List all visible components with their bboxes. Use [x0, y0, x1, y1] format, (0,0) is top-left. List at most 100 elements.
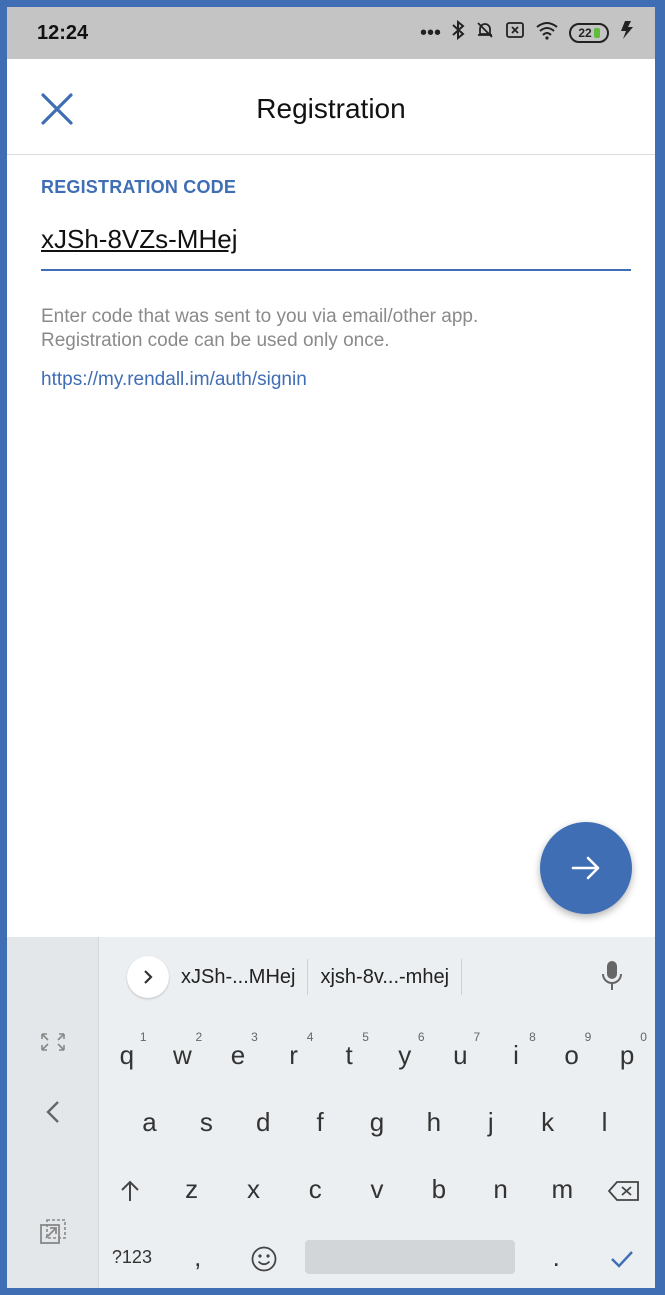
suggestion-strip: xJSh-...MHej xjsh-8v...-mhej: [99, 937, 655, 1017]
status-bar: 12:24 ••• 22: [7, 7, 655, 59]
key-digit: 0: [640, 1030, 647, 1044]
wifi-icon: [535, 20, 559, 46]
key-q[interactable]: q1: [99, 1025, 155, 1085]
symbols-key[interactable]: ?123: [99, 1227, 165, 1287]
suggestion-item[interactable]: xJSh-...MHej: [169, 959, 309, 995]
floating-window-icon: [40, 1219, 66, 1244]
key-digit: 3: [251, 1030, 258, 1044]
status-icons: ••• 22: [419, 19, 635, 46]
smiley-icon: [251, 1246, 277, 1272]
backspace-icon: [607, 1181, 640, 1202]
key-h[interactable]: h: [405, 1092, 462, 1152]
arrow-right-icon: [571, 856, 600, 880]
key-label: u: [453, 1040, 468, 1070]
keyboard-back-button[interactable]: [7, 1087, 99, 1137]
key-u[interactable]: u7: [433, 1025, 489, 1085]
resize-arrows-icon: [41, 1033, 65, 1051]
app-bar: Registration: [7, 59, 655, 155]
battery-icon: 22: [569, 23, 609, 43]
battery-level: 22: [578, 26, 592, 40]
soft-keyboard: xJSh-...MHej xjsh-8v...-mhej q1 w2 e3 r4…: [7, 937, 655, 1288]
key-label: t: [345, 1040, 353, 1070]
next-button[interactable]: [540, 822, 632, 914]
chevron-right-icon: [144, 970, 153, 984]
key-digit: 9: [584, 1030, 592, 1044]
registration-code-label: REGISTRATION CODE: [41, 177, 237, 197]
key-t[interactable]: t5: [321, 1025, 377, 1085]
key-d[interactable]: d: [235, 1092, 292, 1152]
emoji-key[interactable]: [231, 1227, 297, 1287]
key-label: e: [230, 1040, 246, 1070]
key-x[interactable]: x: [223, 1159, 285, 1219]
resize-keyboard-button[interactable]: [7, 1017, 99, 1067]
key-label: y: [398, 1040, 412, 1070]
key-label: o: [564, 1040, 579, 1070]
key-e[interactable]: e3: [210, 1025, 266, 1085]
key-m[interactable]: m: [531, 1159, 593, 1219]
keyboard-row-2: a s d f g h j k l: [99, 1092, 655, 1152]
app-frame: 12:24 ••• 22 Registration REGISTRATION C…: [0, 0, 665, 1295]
key-v[interactable]: v: [346, 1159, 408, 1219]
period-key[interactable]: .: [523, 1227, 589, 1287]
help-line-2: Registration code can be used only once.: [41, 330, 390, 351]
suggestion-item[interactable]: xjsh-8v...-mhej: [308, 959, 463, 995]
silent-bell-icon: [475, 20, 495, 46]
registration-code-input[interactable]: [41, 224, 631, 271]
key-p[interactable]: p0: [599, 1025, 655, 1085]
keyboard-row-3: z x c v b n m: [99, 1159, 655, 1219]
key-digit: 6: [417, 1030, 425, 1044]
shift-key[interactable]: [99, 1159, 161, 1219]
key-label: p: [619, 1040, 635, 1070]
key-digit: 5: [362, 1030, 369, 1044]
key-w[interactable]: w2: [155, 1025, 211, 1085]
enter-key[interactable]: [589, 1227, 655, 1287]
charging-icon: [619, 20, 635, 46]
key-g[interactable]: g: [349, 1092, 406, 1152]
chevron-left-icon: [46, 1101, 59, 1123]
help-line-1: Enter code that was sent to you via emai…: [41, 306, 479, 327]
help-text: Enter code that was sent to you via emai…: [41, 305, 631, 353]
key-y[interactable]: y6: [377, 1025, 433, 1085]
key-k[interactable]: k: [519, 1092, 576, 1152]
key-label: r: [289, 1040, 298, 1070]
key-b[interactable]: b: [408, 1159, 470, 1219]
key-o[interactable]: o9: [544, 1025, 600, 1085]
key-r[interactable]: r4: [266, 1025, 322, 1085]
page-title: Registration: [256, 93, 406, 124]
key-digit: 4: [306, 1030, 314, 1044]
key-f[interactable]: f: [292, 1092, 349, 1152]
key-digit: 1: [139, 1030, 147, 1044]
keyboard-row-4: ?123 , .: [99, 1227, 655, 1287]
keyboard-row-1: q1 w2 e3 r4 t5 y6 u7 i8 o9 p0: [99, 1025, 655, 1085]
key-l[interactable]: l: [576, 1092, 633, 1152]
key-digit: 7: [473, 1030, 481, 1044]
key-a[interactable]: a: [121, 1092, 178, 1152]
microphone-icon: [602, 961, 622, 990]
status-time: 12:24: [37, 21, 89, 44]
key-label: w: [173, 1040, 192, 1070]
key-label: i: [513, 1040, 519, 1070]
backspace-key[interactable]: [593, 1159, 655, 1219]
registration-form: REGISTRATION CODE Enter code that was se…: [41, 177, 631, 391]
checkmark-icon: [611, 1251, 633, 1268]
key-z[interactable]: z: [161, 1159, 223, 1219]
keyboard-sidebar: [7, 937, 99, 1288]
key-c[interactable]: c: [284, 1159, 346, 1219]
space-key[interactable]: [304, 1240, 516, 1274]
sim-off-icon: [505, 20, 525, 46]
bluetooth-icon: [451, 19, 465, 46]
floating-keyboard-button[interactable]: [7, 1207, 99, 1257]
key-i[interactable]: i8: [488, 1025, 544, 1085]
key-digit: 8: [529, 1030, 536, 1044]
voice-input-button[interactable]: [601, 959, 623, 998]
key-digit: 2: [195, 1030, 203, 1044]
key-j[interactable]: j: [462, 1092, 519, 1152]
signin-link[interactable]: https://my.rendall.im/auth/signin: [41, 369, 631, 391]
shift-arrow-icon: [121, 1180, 139, 1202]
expand-suggestions-button[interactable]: [127, 956, 169, 998]
key-s[interactable]: s: [178, 1092, 235, 1152]
key-n[interactable]: n: [470, 1159, 532, 1219]
more-dots-icon: •••: [419, 21, 441, 44]
key-label: q: [119, 1040, 135, 1070]
comma-key[interactable]: ,: [165, 1227, 231, 1287]
